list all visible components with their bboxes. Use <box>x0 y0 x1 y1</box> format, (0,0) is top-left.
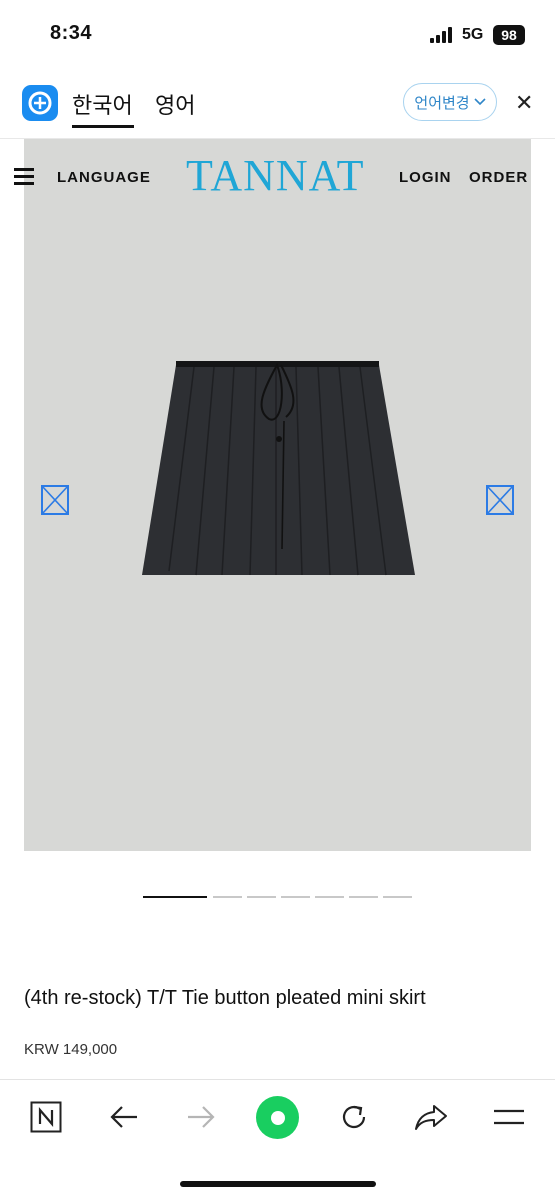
skirt-image <box>142 361 415 576</box>
divider <box>0 1079 555 1080</box>
carousel-dot[interactable] <box>281 896 310 898</box>
active-tab-underline <box>72 125 134 128</box>
network-type: 5G <box>462 26 484 43</box>
order-link[interactable]: ORDER <box>469 169 528 186</box>
carousel-dot-active[interactable] <box>143 896 207 898</box>
product-image[interactable] <box>24 139 531 851</box>
carousel-dot[interactable] <box>247 896 276 898</box>
signal-icon <box>430 27 456 43</box>
naver-n-icon[interactable] <box>26 1097 66 1137</box>
close-icon[interactable]: ✕ <box>515 90 533 116</box>
hamburger-icon[interactable] <box>14 168 34 185</box>
brand-logo[interactable]: TANNAT <box>186 150 364 201</box>
menu-icon[interactable] <box>489 1097 529 1137</box>
login-link[interactable]: LOGIN <box>399 169 452 186</box>
forward-arrow-icon[interactable] <box>181 1097 221 1137</box>
carousel-dot[interactable] <box>349 896 378 898</box>
translator-logo-icon <box>22 85 58 121</box>
product-title: (4th re-stock) T/T Tie button pleated mi… <box>24 987 426 1009</box>
change-language-label: 언어변경 <box>414 94 470 112</box>
back-arrow-icon[interactable] <box>104 1097 144 1137</box>
home-green-icon[interactable] <box>256 1096 299 1139</box>
prev-image-icon[interactable] <box>41 485 69 515</box>
next-image-icon[interactable] <box>486 485 514 515</box>
carousel-dot[interactable] <box>213 896 242 898</box>
share-icon[interactable] <box>411 1097 451 1137</box>
battery-indicator: 98 <box>493 25 525 45</box>
carousel-dot[interactable] <box>315 896 344 898</box>
reload-icon[interactable] <box>334 1097 374 1137</box>
home-indicator <box>180 1181 376 1187</box>
change-language-button[interactable]: 언어변경 <box>403 83 497 121</box>
status-time: 8:34 <box>50 22 93 44</box>
product-price: KRW 149,000 <box>24 1041 118 1058</box>
tab-korean[interactable]: 한국어 <box>72 88 133 120</box>
tab-english[interactable]: 영어 <box>155 88 195 120</box>
carousel-dot[interactable] <box>383 896 412 898</box>
chevron-down-icon <box>474 98 486 106</box>
language-link[interactable]: LANGUAGE <box>57 169 151 186</box>
